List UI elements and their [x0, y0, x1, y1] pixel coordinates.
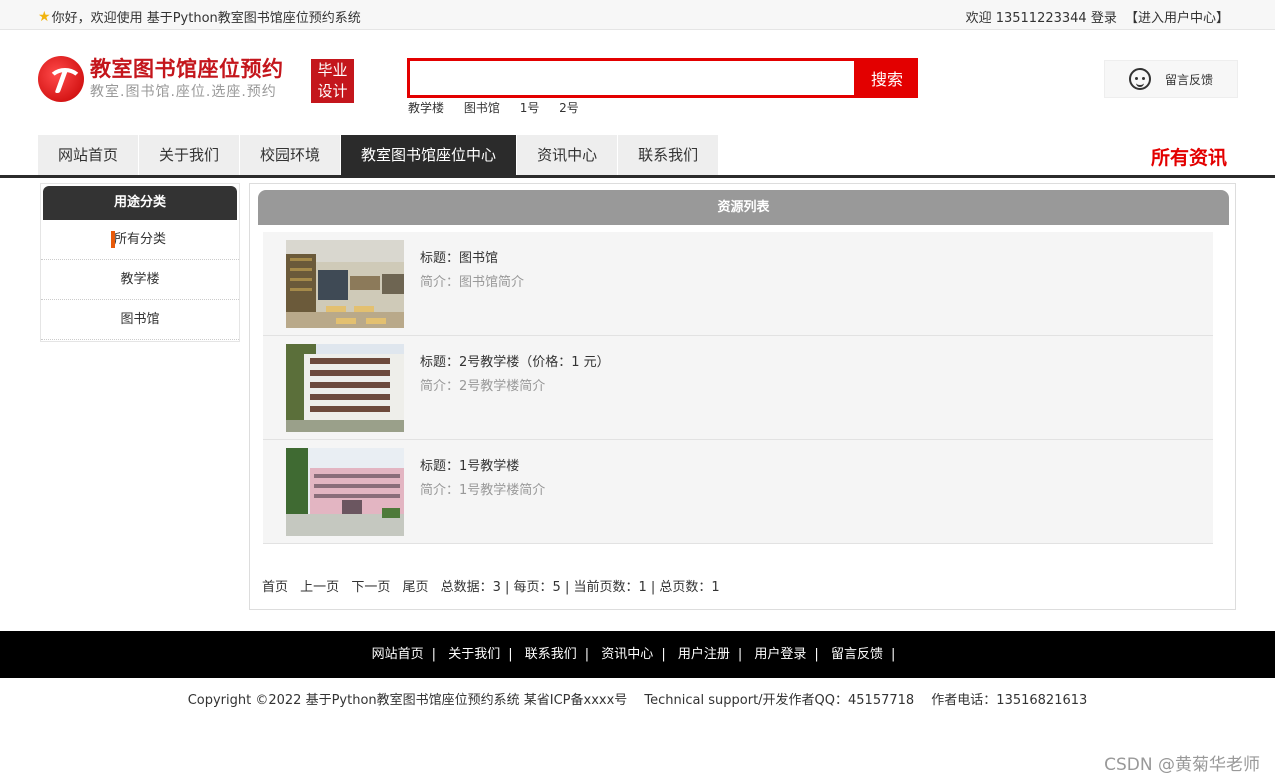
nav-item-home[interactable]: 网站首页: [38, 135, 140, 175]
pager-prev[interactable]: 上一页: [300, 580, 339, 595]
library-thumbnail[interactable]: [286, 240, 404, 328]
footer-link-feedback[interactable]: 留言反馈: [831, 647, 883, 662]
customer-service-icon: [1129, 68, 1151, 90]
user-status: 欢迎 13511223344 登录 【进入用户中心】: [962, 7, 1229, 26]
sidebar-item-all[interactable]: 所有分类: [41, 220, 239, 260]
pagination: 首页 上一页 下一页 尾页 总数据：3 | 每页：5 | 当前页数：1 | 总页…: [262, 576, 720, 595]
search-bar: 搜索: [407, 58, 918, 98]
star-icon: ★: [38, 8, 51, 25]
graduation-badge: 毕业 设计: [311, 59, 354, 103]
footer-link-login[interactable]: 用户登录: [754, 647, 806, 662]
welcome-message: ★ 你好，欢迎使用 基于Python教室图书馆座位预约系统: [38, 7, 361, 27]
user-greeting: 欢迎 13511223344 登录: [965, 11, 1117, 26]
building-2-thumbnail[interactable]: [286, 344, 404, 432]
item-title[interactable]: 标题：2号教学楼（价格：1 元）: [420, 351, 610, 370]
section-title: 所有资讯: [1150, 147, 1227, 169]
footer-separator: |: [508, 647, 513, 662]
nav-item-news[interactable]: 资讯中心: [517, 135, 619, 175]
welcome-text: 你好，欢迎使用 基于Python教室图书馆座位预约系统: [51, 11, 361, 26]
footer-link-contact[interactable]: 联系我们: [525, 647, 577, 662]
item-title[interactable]: 标题：1号教学楼: [420, 455, 519, 474]
sidebar-title: 用途分类: [43, 186, 237, 220]
footer-separator: |: [661, 647, 666, 662]
list-item[interactable]: 标题：1号教学楼 简介：1号教学楼简介: [263, 440, 1213, 544]
panel-title: 资源列表: [258, 190, 1229, 225]
footer-separator: |: [584, 647, 590, 662]
main-nav: 网站首页 关于我们 校园环境 教室图书馆座位中心 资讯中心 联系我们: [38, 135, 720, 175]
category-sidebar: 用途分类 所有分类 教学楼 图书馆: [40, 183, 240, 342]
user-center-link[interactable]: 【进入用户中心】: [1125, 11, 1229, 26]
badge-line-1: 毕业: [317, 61, 348, 79]
logo-subtitle: 教室.图书馆.座位.选座.预约: [90, 84, 277, 100]
footer-separator: |: [737, 647, 743, 662]
footer-link-about[interactable]: 关于我们: [448, 647, 500, 662]
search-button[interactable]: 搜索: [856, 58, 918, 98]
nav-item-campus[interactable]: 校园环境: [240, 135, 342, 175]
footer-separator: |: [431, 647, 437, 662]
hotword-link[interactable]: 2号: [559, 101, 579, 115]
footer-separator: |: [890, 647, 896, 662]
item-description: 简介：图书馆简介: [420, 275, 525, 290]
nav-item-about[interactable]: 关于我们: [139, 135, 241, 175]
item-description: 简介：2号教学楼简介: [420, 379, 546, 394]
footer-link-register[interactable]: 用户注册: [678, 647, 730, 662]
pager-next[interactable]: 下一页: [351, 580, 390, 595]
resource-list: 标题：图书馆 简介：图书馆简介 标题：2号教学楼（价格：1 元） 简介：2号教学: [263, 232, 1213, 544]
list-item[interactable]: 标题：图书馆 简介：图书馆简介: [263, 232, 1213, 336]
pager-stats: 总数据：3 | 每页：5 | 当前页数：1 | 总页数：1: [440, 580, 720, 595]
footer-nav: 网站首页 | 关于我们 | 联系我们 | 资讯中心 | 用户注册 | 用户登录 | 留言反馈…: [0, 631, 1275, 678]
footer-separator: |: [814, 647, 819, 662]
hot-keywords: 教学楼 图书馆 1号 2号: [408, 99, 595, 116]
logo-title: 教室图书馆座位预约: [90, 57, 284, 81]
nav-divider: [0, 175, 1275, 178]
footer-link-home[interactable]: 网站首页: [372, 647, 424, 662]
feedback-label: 留言反馈: [1165, 72, 1214, 87]
item-description: 简介：1号教学楼简介: [420, 483, 546, 498]
feedback-button[interactable]: 留言反馈: [1104, 60, 1238, 98]
item-title[interactable]: 标题：图书馆: [420, 247, 498, 266]
nav-item-contact[interactable]: 联系我们: [618, 135, 720, 175]
building-1-thumbnail[interactable]: [286, 448, 404, 536]
sidebar-item-library[interactable]: 图书馆: [41, 300, 239, 340]
pager-last[interactable]: 尾页: [402, 580, 428, 595]
resource-list-panel: 资源列表 标题：图书馆 简介：图书馆简介 标题：2号教学楼（价格：1 元） 简介…: [249, 183, 1236, 610]
copyright: Copyright ©2022 基于Python教室图书馆座位预约系统 某省IC…: [187, 693, 1088, 708]
site-logo[interactable]: 教室图书馆座位预约 教室.图书馆.座位.选座.预约: [38, 56, 284, 102]
nav-item-seat-center[interactable]: 教室图书馆座位中心: [341, 135, 518, 175]
footer-link-news[interactable]: 资讯中心: [601, 647, 653, 662]
logo-icon: [38, 56, 84, 102]
search-input[interactable]: [407, 58, 857, 98]
hotword-link[interactable]: 图书馆: [464, 101, 500, 115]
hotword-link[interactable]: 教学楼: [408, 101, 444, 115]
csdn-watermark: CSDN @黄菊华老师: [1104, 755, 1260, 775]
badge-line-2: 设计: [317, 82, 348, 100]
hotword-link[interactable]: 1号: [520, 101, 540, 115]
list-item[interactable]: 标题：2号教学楼（价格：1 元） 简介：2号教学楼简介: [263, 336, 1213, 440]
pager-first[interactable]: 首页: [262, 580, 288, 595]
top-bar: ★ 你好，欢迎使用 基于Python教室图书馆座位预约系统 欢迎 1351122…: [0, 0, 1275, 30]
sidebar-item-teaching-building[interactable]: 教学楼: [41, 260, 239, 300]
